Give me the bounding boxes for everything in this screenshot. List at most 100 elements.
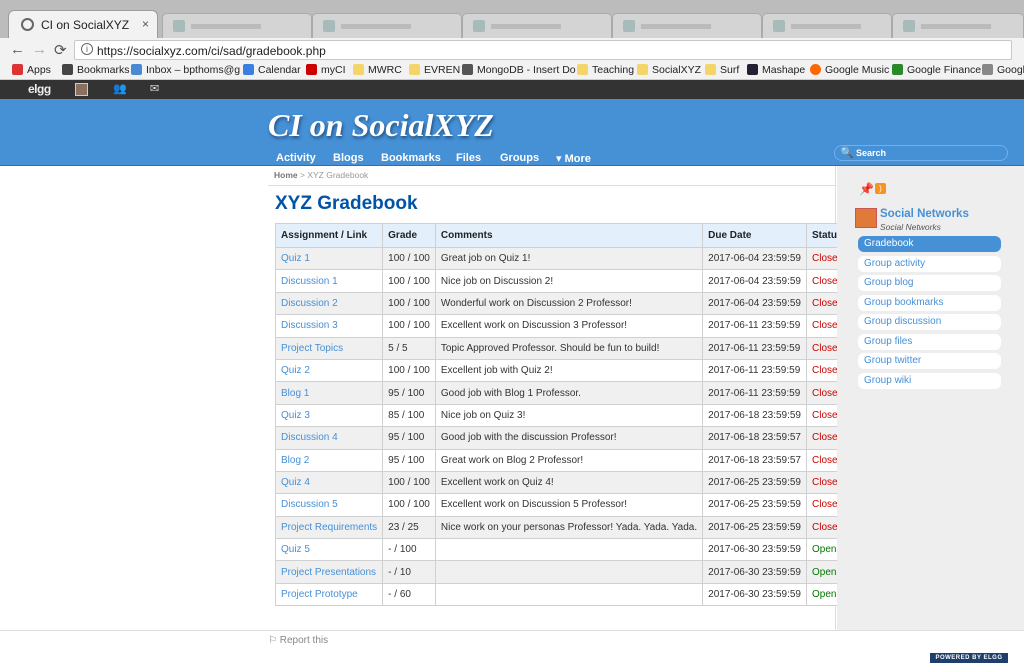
url-text[interactable]: https://socialxyz.com/ci/sad/gradebook.p… (97, 44, 326, 58)
bookmark-google[interactable]: Google (982, 64, 1024, 76)
browser-tab-active[interactable]: CI on SocialXYZ × (8, 10, 158, 38)
menu-item-groups[interactable]: Groups (500, 152, 539, 164)
tab-close-icon[interactable]: × (142, 17, 149, 31)
assignment-link[interactable]: Discussion 2 (274, 291, 384, 316)
due-date-cell: 2017-06-11 23:59:59 (702, 314, 807, 338)
due-date-cell: 2017-06-18 23:59:59 (702, 403, 807, 428)
sidebar-item-gradebook[interactable]: Gradebook (858, 236, 1001, 252)
search-placeholder: Search (856, 148, 887, 158)
sidebar-item-group-twitter[interactable]: Group twitter (858, 353, 1001, 369)
user-avatar[interactable] (75, 83, 88, 96)
assignment-link[interactable]: Discussion 1 (274, 269, 384, 293)
bookmark-mashape[interactable]: Mashape (747, 64, 805, 76)
comment-cell: Great work on Blog 2 Professor! (434, 448, 704, 472)
group-name[interactable]: Social Networks (880, 208, 969, 220)
pin-icon[interactable]: 📌 (859, 182, 874, 196)
bookmark-mongodb[interactable]: MongoDB - Insert Do (462, 64, 576, 76)
assignment-link[interactable]: Blog 1 (274, 381, 384, 405)
comment-cell: Nice work on your personas Professor! Ya… (434, 515, 704, 540)
grade-cell: 100 / 100 (382, 246, 436, 271)
browser-tab-title: CI on SocialXYZ (41, 18, 130, 32)
grade-cell: 95 / 100 (382, 426, 436, 450)
assignment-link[interactable]: Discussion 4 (274, 426, 384, 450)
assignment-link[interactable]: Quiz 4 (274, 470, 384, 495)
sidebar-item-group-wiki[interactable]: Group wiki (858, 372, 1001, 389)
bookmark-apps[interactable]: Apps (12, 64, 51, 76)
due-date-cell: 2017-06-18 23:59:57 (702, 426, 807, 450)
grade-cell: 100 / 100 (382, 470, 436, 495)
assignment-link[interactable]: Quiz 5 (274, 538, 384, 562)
assignment-link[interactable]: Quiz 3 (274, 403, 384, 428)
breadcrumb-home[interactable]: Home (274, 170, 298, 180)
sidebar-item-group-blog[interactable]: Group blog (858, 275, 1001, 291)
group-avatar[interactable] (855, 208, 877, 228)
powered-by-elgg-badge[interactable]: POWERED BY ELGG (930, 653, 1008, 663)
footer: ⚐ Report this POWERED BY ELGG (0, 630, 1024, 672)
url-bar[interactable]: i https://socialxyz.com/ci/sad/gradebook… (74, 40, 1012, 60)
bookmark-evren[interactable]: EVREN (409, 64, 460, 76)
assignment-link[interactable]: Project Topics (274, 336, 384, 360)
browser-tab-background[interactable] (762, 13, 892, 38)
grade-cell: 95 / 100 (382, 448, 436, 472)
table-row: Discussion 5 100 / 100 Excellent work on D… (274, 493, 850, 517)
site-name[interactable]: CI on SocialXYZ (268, 107, 494, 144)
search-input[interactable]: 🔍 Search (834, 145, 1008, 161)
sidebar-item-group-files[interactable]: Group files (858, 333, 1001, 350)
menu-item-bookmarks[interactable]: Bookmarks (381, 152, 441, 164)
comment-cell: Good job with Blog 1 Professor. (434, 381, 704, 405)
grade-cell: 5 / 5 (382, 336, 436, 360)
bookmark-inbox[interactable]: Inbox – bpthoms@g (131, 64, 240, 76)
bookmark-mwrc[interactable]: MWRC (353, 64, 402, 76)
elgg-logo[interactable]: elgg (28, 82, 51, 96)
page-title: XYZ Gradebook (275, 193, 418, 214)
messages-icon[interactable]: ✉ (150, 82, 159, 95)
site-info-icon[interactable]: i (81, 43, 93, 55)
due-date-cell: 2017-06-25 23:59:59 (702, 515, 807, 540)
menu-item-files[interactable]: Files (456, 152, 481, 164)
bookmark-google-finance[interactable]: Google Finance (892, 64, 981, 76)
assignment-link[interactable]: Project Prototype (274, 582, 384, 607)
grade-cell: - / 60 (382, 582, 436, 607)
menu-item-activity[interactable]: Activity (276, 152, 316, 164)
sidebar-item-group-bookmarks[interactable]: Group bookmarks (858, 294, 1001, 311)
back-arrow-icon[interactable]: ← (10, 41, 25, 58)
bookmark-teaching[interactable]: Teaching (577, 64, 634, 76)
comment-cell: Excellent work on Quiz 4! (434, 470, 704, 495)
reload-icon[interactable]: ⟳ (54, 41, 67, 59)
grade-cell: - / 10 (382, 560, 436, 584)
assignment-link[interactable]: Quiz 2 (274, 358, 384, 383)
assignment-link[interactable]: Project Presentations (274, 560, 384, 584)
due-date-cell: 2017-06-04 23:59:59 (702, 269, 807, 293)
bookmark-surf[interactable]: Surf (705, 64, 739, 76)
assignment-link[interactable]: Blog 2 (274, 448, 384, 472)
assignment-link[interactable]: Project Requirements (274, 515, 384, 540)
rss-icon[interactable]: ) (875, 183, 886, 194)
assignment-link[interactable]: Discussion 5 (274, 493, 384, 517)
table-row: Quiz 3 85 / 100 Nice job on Quiz 3! 2017-06… (274, 403, 850, 428)
browser-tab-background[interactable] (462, 13, 612, 38)
sidebar: 📌 ) Social Networks Social Networks Grad… (837, 166, 1024, 630)
browser-tab-background[interactable] (612, 13, 762, 38)
left-margin (0, 166, 268, 630)
bookmark-socialxyz[interactable]: SocialXYZ (637, 64, 701, 76)
table-header-row: Assignment / Link Grade Comments Due Dat… (274, 223, 850, 248)
friends-icon[interactable]: 👥 (113, 82, 127, 95)
browser-tab-background[interactable] (312, 13, 462, 38)
browser-tab-background[interactable] (162, 13, 312, 38)
table-row: Quiz 4 100 / 100 Excellent work on Quiz 4!… (274, 470, 850, 495)
menu-item-more[interactable]: ▾ More (556, 152, 591, 165)
sidebar-item-group-activity[interactable]: Group activity (858, 255, 1001, 272)
bookmark-calendar[interactable]: Calendar (243, 64, 301, 76)
breadcrumb: Home > XYZ Gradebook (274, 170, 368, 180)
report-this-link[interactable]: ⚐ Report this (268, 635, 328, 646)
sidebar-item-group-discussion[interactable]: Group discussion (858, 314, 1001, 330)
assignment-link[interactable]: Discussion 3 (274, 314, 384, 338)
grade-cell: 23 / 25 (382, 515, 436, 540)
bookmark-myci[interactable]: myCI (306, 64, 346, 76)
bookmark-bookmarks[interactable]: Bookmarks (62, 64, 130, 76)
bookmark-google-music[interactable]: Google Music (810, 64, 889, 76)
browser-tab-background[interactable] (892, 13, 1024, 38)
assignment-link[interactable]: Quiz 1 (274, 246, 384, 271)
menu-item-blogs[interactable]: Blogs (333, 152, 364, 164)
forward-arrow-icon[interactable]: → (32, 41, 47, 58)
